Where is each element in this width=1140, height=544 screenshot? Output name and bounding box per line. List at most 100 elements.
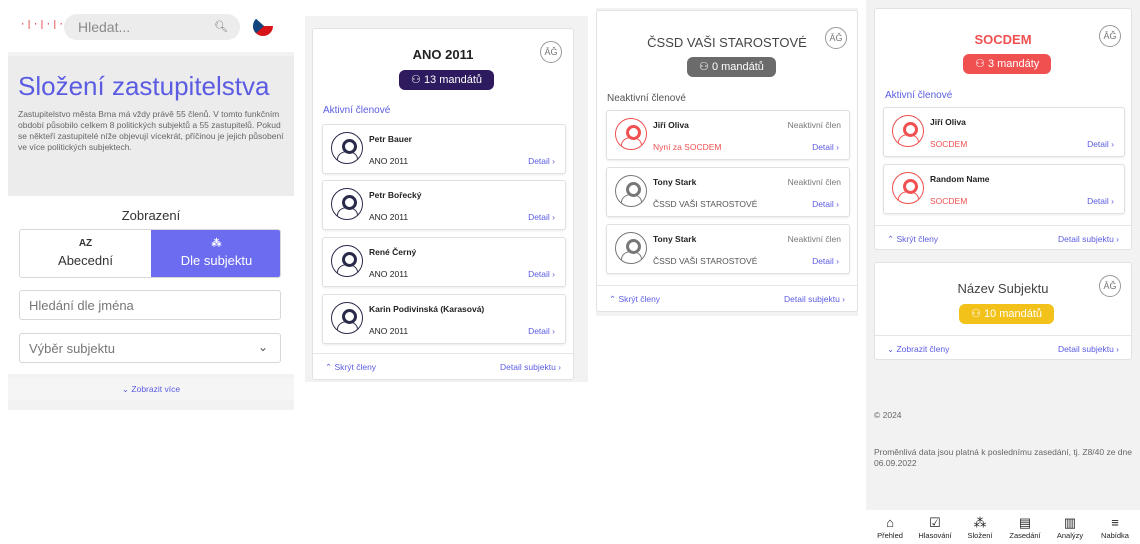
- mandate-badge: ⚇ 0 mandátů: [687, 57, 776, 77]
- section-heading: Aktivní členové: [885, 90, 953, 101]
- subject-select-value: Výběr subjektu: [29, 341, 115, 356]
- mandate-badge: ⚇ 13 mandátů: [399, 70, 495, 90]
- nav-analyzy[interactable]: ▥ Analýzy: [1046, 514, 1094, 540]
- scales-icon[interactable]: ĀǦ: [1099, 25, 1121, 47]
- member-party: ANO 2011: [369, 326, 409, 336]
- subject-detail-link[interactable]: Detail subjektu ›: [1058, 234, 1119, 244]
- alphabetical-button[interactable]: AZ Abecední: [20, 230, 151, 277]
- search-input[interactable]: Hledat... 🔍︎: [64, 14, 240, 40]
- mandate-count: 13 mandátů: [423, 74, 483, 86]
- member-card[interactable]: Tony Stark Neaktivní člen ČSSD VAŠI STAR…: [606, 167, 850, 217]
- mandate-count: 3 mandáty: [987, 58, 1040, 70]
- display-settings: Zobrazení AZ Abecední ⁂ Dle subjektu Hle…: [8, 196, 294, 374]
- page-title: Složení zastupitelstva: [18, 71, 270, 101]
- mandate-count: 10 mandátů: [983, 308, 1043, 320]
- member-name: Random Name: [930, 174, 990, 184]
- member-party: SOCDEM: [930, 139, 968, 149]
- detail-link[interactable]: Detail ›: [812, 142, 839, 152]
- subject-select[interactable]: Výběr subjektu ⌄: [19, 333, 281, 363]
- subject-detail-link[interactable]: Detail subjektu ›: [784, 294, 845, 304]
- czech-flag-icon[interactable]: [253, 16, 273, 36]
- detail-link[interactable]: Detail ›: [528, 326, 555, 336]
- subject-card-nazev: Název Subjektu ĀǦ ⚇ 10 mandátů ⌄ Zobrazi…: [874, 262, 1132, 360]
- nav-label: Zasedání: [1009, 531, 1041, 540]
- detail-link[interactable]: Detail ›: [528, 269, 555, 279]
- scales-icon[interactable]: ĀǦ: [540, 41, 562, 63]
- nav-hlasovani[interactable]: ☑ Hlasování: [911, 514, 959, 540]
- by-subject-button[interactable]: ⁂ Dle subjektu: [151, 230, 280, 277]
- panel-top-strip: [305, 0, 588, 16]
- detail-link[interactable]: Detail ›: [812, 199, 839, 209]
- member-status: Neaktivní člen: [787, 234, 841, 244]
- subject-name: ANO 2011: [412, 47, 474, 62]
- member-card[interactable]: Petr Bauer ANO 2011 Detail ›: [322, 124, 566, 174]
- intro-text: Zastupitelstvo města Brna má vždy právě …: [18, 109, 284, 152]
- card-footer: ⌃ Skrýt členy Detail subjektu ›: [313, 353, 573, 379]
- people-icon: ⚇: [411, 74, 421, 86]
- member-party: Nyní za SOCDEM: [653, 142, 722, 152]
- people-icon: ⚇: [699, 61, 709, 73]
- sort-az-icon: AZ: [78, 238, 93, 249]
- card-footer: ⌃ Skrýt členy Detail subjektu ›: [875, 225, 1131, 249]
- menu-icon: ≡: [1111, 515, 1119, 530]
- member-party: ANO 2011: [369, 156, 409, 166]
- member-party: ANO 2011: [369, 212, 409, 222]
- nav-label: Nabídka: [1101, 531, 1129, 540]
- search-icon[interactable]: 🔍︎: [214, 20, 228, 33]
- avatar-icon: [615, 118, 647, 150]
- subject-name: SOCDEM: [974, 32, 1032, 47]
- member-card[interactable]: Random Name SOCDEM Detail ›: [883, 164, 1125, 214]
- name-search-input[interactable]: Hledání dle jména: [19, 290, 281, 320]
- section-heading: Aktivní členové: [323, 105, 391, 116]
- detail-link[interactable]: Detail ›: [812, 256, 839, 266]
- detail-link[interactable]: Detail ›: [528, 212, 555, 222]
- avatar-icon: [331, 302, 363, 334]
- subject-name: ČSSD VAŠI STAROSTOVÉ: [647, 35, 807, 50]
- people-icon: ⁂: [973, 515, 987, 530]
- nav-slozeni[interactable]: ⁂ Složení: [956, 514, 1004, 540]
- nav-zasedani[interactable]: ▤ Zasedání: [1001, 514, 1049, 540]
- nav-nabidka[interactable]: ≡ Nabídka: [1091, 514, 1139, 540]
- avatar-icon: [331, 188, 363, 220]
- member-card[interactable]: René Černý ANO 2011 Detail ›: [322, 237, 566, 287]
- scales-icon[interactable]: ĀǦ: [1099, 275, 1121, 297]
- people-icon: ⁂: [211, 238, 222, 249]
- hide-members-link[interactable]: ⌃ Skrýt členy: [609, 294, 660, 305]
- detail-link[interactable]: Detail ›: [528, 156, 555, 166]
- member-card[interactable]: Tony Stark Neaktivní člen ČSSD VAŠI STAR…: [606, 224, 850, 274]
- avatar-icon: [615, 232, 647, 264]
- subject-detail-link[interactable]: Detail subjektu ›: [1058, 344, 1119, 354]
- member-name: René Černý: [369, 247, 417, 257]
- member-name: Jiří Oliva: [930, 117, 966, 127]
- member-name: Jiří Oliva: [653, 120, 689, 130]
- scales-icon[interactable]: ĀǦ: [825, 27, 847, 49]
- detail-link[interactable]: Detail ›: [1087, 139, 1114, 149]
- nav-prehled[interactable]: ⌂ Přehled: [866, 514, 914, 540]
- avatar-icon: [331, 132, 363, 164]
- member-card[interactable]: Jiří Oliva Neaktivní člen Nyní za SOCDEM…: [606, 110, 850, 160]
- subject-detail-link[interactable]: Detail subjektu ›: [500, 362, 561, 372]
- member-card[interactable]: Karin Podivinská (Karasová) ANO 2011 Det…: [322, 294, 566, 344]
- mandate-count: 0 mandátů: [711, 61, 764, 73]
- nav-label: Přehled: [877, 531, 903, 540]
- hide-members-link[interactable]: ⌃ Skrýt členy: [325, 362, 376, 373]
- avatar-icon: [615, 175, 647, 207]
- search-placeholder: Hledat...: [78, 19, 131, 35]
- show-more-link[interactable]: ⌄ Zobrazit více: [8, 378, 294, 400]
- top-bar: ·|·|·|·| Hledat... 🔍︎: [8, 0, 294, 52]
- card-footer: ⌃ Skrýt členy Detail subjektu ›: [597, 285, 857, 311]
- member-name: Petr Bauer: [369, 134, 412, 144]
- member-card[interactable]: Petr Bořecký ANO 2011 Detail ›: [322, 180, 566, 230]
- copyright: © 2024: [874, 410, 902, 420]
- view-toggle: AZ Abecední ⁂ Dle subjektu: [19, 229, 281, 278]
- member-card[interactable]: Jiří Oliva SOCDEM Detail ›: [883, 107, 1125, 157]
- mandate-badge: ⚇ 3 mandáty: [963, 54, 1052, 74]
- intro-section: Složení zastupitelstva Zastupitelstvo mě…: [8, 56, 294, 196]
- member-status: Neaktivní člen: [787, 177, 841, 187]
- show-members-link[interactable]: ⌄ Zobrazit členy: [887, 344, 949, 355]
- hide-members-link[interactable]: ⌃ Skrýt členy: [887, 234, 938, 245]
- subject-name: Název Subjektu: [957, 281, 1049, 296]
- data-validity-note: Proměnlivá data jsou platná k poslednímu…: [874, 447, 1132, 468]
- nav-label: Analýzy: [1056, 531, 1084, 540]
- detail-link[interactable]: Detail ›: [1087, 196, 1114, 206]
